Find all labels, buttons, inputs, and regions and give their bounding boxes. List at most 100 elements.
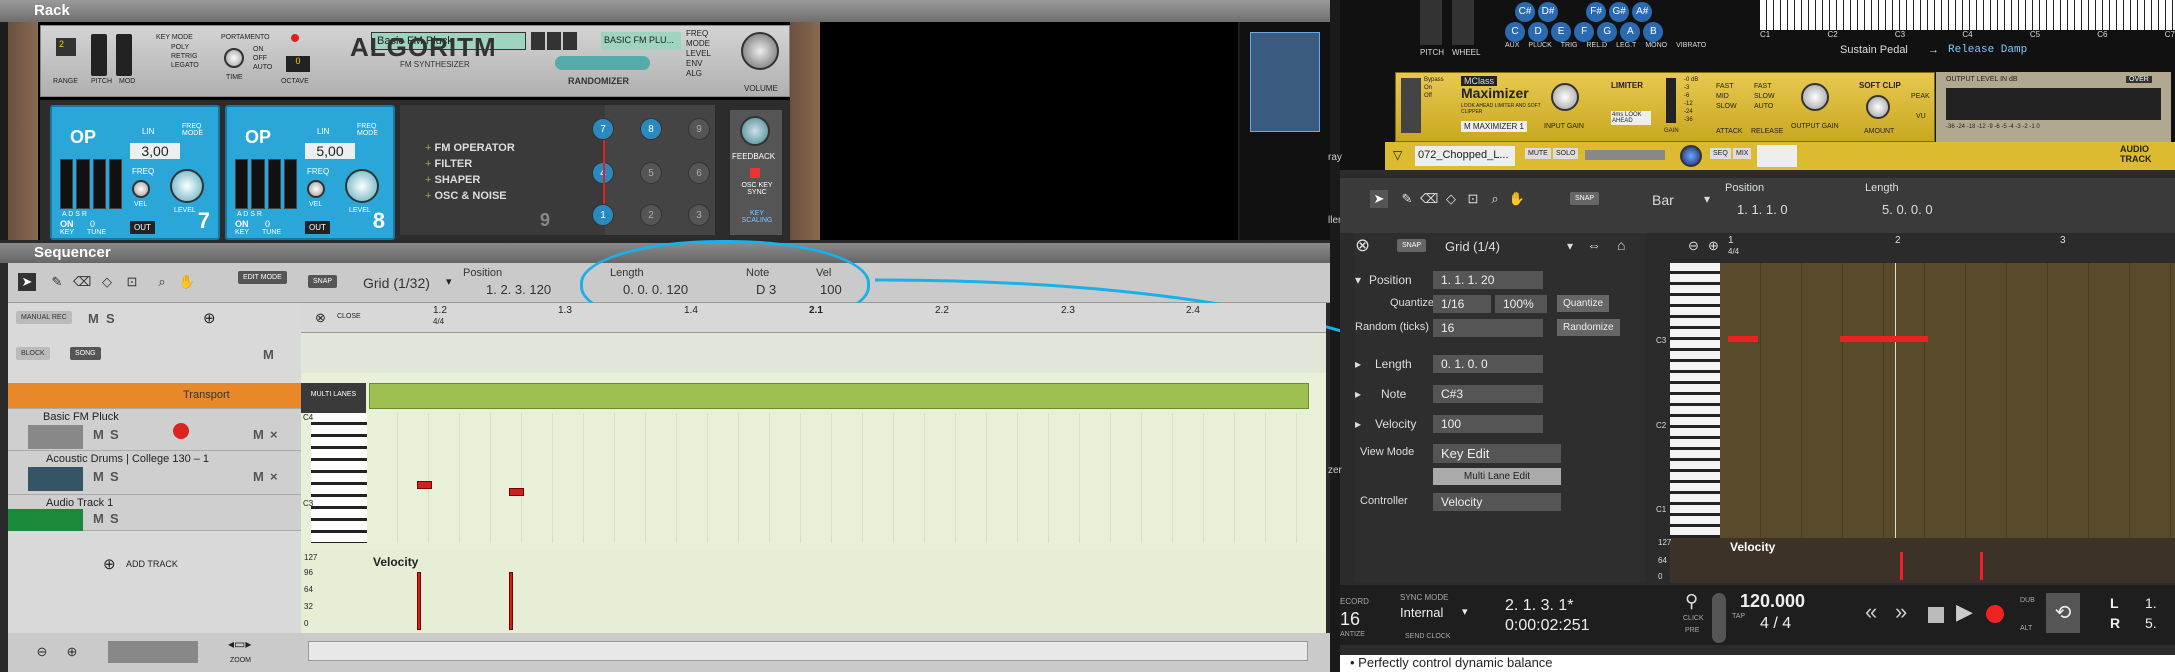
- algo-node-5[interactable]: 5: [640, 162, 662, 184]
- note-d3-selected[interactable]: [509, 488, 524, 496]
- mod-item-shaper[interactable]: + SHAPER: [425, 172, 515, 188]
- close-label[interactable]: CLOSE: [337, 313, 361, 320]
- attack-mid[interactable]: MID: [1716, 93, 1729, 100]
- zoom-out-icon[interactable]: ⊖: [1688, 238, 1699, 254]
- add-icon[interactable]: ⊕: [203, 309, 216, 327]
- left-locator-value[interactable]: 1.: [2145, 595, 2157, 611]
- velocity-bar[interactable]: [417, 572, 421, 630]
- snap-dropdown-icon[interactable]: ▾: [1704, 192, 1710, 206]
- razor-tool-icon[interactable]: ◇: [1442, 190, 1460, 208]
- rewind-icon[interactable]: «: [1865, 599, 1877, 625]
- preset-save-icon[interactable]: [547, 32, 561, 50]
- key-b[interactable]: B: [1643, 22, 1664, 42]
- eraser-tool-icon[interactable]: ⌫: [73, 273, 91, 291]
- release-auto[interactable]: AUTO: [1754, 103, 1773, 110]
- rack-navigator[interactable]: [1240, 22, 1330, 240]
- audio-track-name[interactable]: 072_Chopped_L...: [1415, 146, 1515, 166]
- algo-node-3[interactable]: 3: [688, 204, 710, 226]
- key-g[interactable]: G: [1597, 22, 1618, 42]
- track-mute-2[interactable]: M: [253, 469, 264, 484]
- target-mode[interactable]: MODE: [686, 39, 736, 49]
- amount-knob[interactable]: [1866, 95, 1890, 119]
- length-value[interactable]: 0. 1. 0. 0: [1433, 355, 1543, 373]
- op-adsr-sliders[interactable]: [235, 159, 297, 209]
- tempo-display[interactable]: 120.000: [1740, 591, 1805, 612]
- snap-button[interactable]: SNAP: [1397, 239, 1427, 252]
- velocity-bar[interactable]: [1900, 552, 1903, 580]
- operator-8[interactable]: OP LIN FREQ MODE 5,00 A D S R FREQ VEL L…: [225, 105, 395, 240]
- op-freq-mode[interactable]: FREQ MODE: [357, 123, 393, 137]
- grid-select[interactable]: Grid (1/4): [1445, 239, 1500, 254]
- op-freq-mode[interactable]: FREQ MODE: [182, 123, 218, 137]
- eraser-tool-icon[interactable]: ⌫: [1420, 190, 1438, 208]
- op-out[interactable]: OUT: [305, 221, 330, 234]
- multi-lanes-button[interactable]: MULTI LANES: [301, 383, 366, 413]
- note-c3-1[interactable]: [1728, 336, 1758, 342]
- release-fast[interactable]: FAST: [1754, 83, 1772, 90]
- mod-wheel[interactable]: [1452, 0, 1474, 45]
- porta-on[interactable]: ON: [253, 46, 264, 53]
- op-level-knob[interactable]: [345, 169, 379, 203]
- release-slow[interactable]: SLOW: [1754, 93, 1775, 100]
- bars-display[interactable]: 2. 1. 3. 1*: [1505, 597, 1574, 615]
- note-c3-2[interactable]: [1840, 336, 1928, 342]
- note-c3-1[interactable]: [417, 481, 432, 489]
- key-c[interactable]: C: [1505, 22, 1525, 42]
- close-icon[interactable]: ⊗: [1355, 235, 1370, 256]
- key-dsharp[interactable]: D#: [1538, 2, 1559, 22]
- hand-tool-icon[interactable]: ✋: [1508, 190, 1526, 208]
- track-solo[interactable]: S: [110, 511, 119, 526]
- op-level-knob[interactable]: [170, 169, 204, 203]
- octave-display[interactable]: 0: [286, 56, 310, 72]
- track-basic-fm-pluck[interactable]: Basic FM Pluck M S M ×: [8, 409, 301, 451]
- algo-node-9[interactable]: 9: [688, 118, 710, 140]
- target-env[interactable]: ENV: [686, 59, 736, 69]
- note-grid[interactable]: [1720, 263, 2175, 538]
- quantize-value[interactable]: 1/16: [1433, 295, 1491, 313]
- peak-option[interactable]: PEAK: [1911, 93, 1930, 100]
- track-mute[interactable]: M: [93, 469, 104, 484]
- pin-icon[interactable]: ⌂: [1617, 237, 1625, 253]
- quantize-strength[interactable]: 100%: [1495, 295, 1547, 313]
- time-display[interactable]: 0:00:02:251: [1505, 617, 1590, 635]
- grid-dropdown-icon[interactable]: ▾: [446, 275, 452, 288]
- solo-button[interactable]: SOLO: [1553, 148, 1579, 159]
- select-tool-icon[interactable]: ➤: [18, 273, 36, 291]
- click-icon[interactable]: ⚲: [1685, 591, 1698, 612]
- randomize-button[interactable]: Randomize: [1557, 319, 1620, 336]
- velocity-lane[interactable]: 127 64 0 Velocity: [1658, 538, 2175, 583]
- expand-icon[interactable]: ▾: [1355, 273, 1361, 287]
- piano-keys[interactable]: [311, 413, 367, 543]
- feedback-knob[interactable]: [740, 116, 770, 146]
- select-tool-icon[interactable]: ➤: [1370, 190, 1388, 208]
- transport-track[interactable]: Transport: [8, 383, 301, 409]
- stop-icon[interactable]: [1928, 607, 1944, 623]
- keyboard-display[interactable]: [1760, 0, 2175, 30]
- pitch-wheel[interactable]: [1420, 0, 1442, 45]
- position-field[interactable]: 1. 1. 1. 0: [1737, 202, 1788, 217]
- track-close-icon[interactable]: ×: [270, 427, 278, 442]
- mix-button[interactable]: MIX: [1733, 148, 1752, 159]
- snap-button[interactable]: SNAP: [1570, 192, 1600, 205]
- collapse-icon[interactable]: ▸: [1355, 417, 1361, 431]
- track-audio-1[interactable]: Audio Track 1 M S: [8, 495, 301, 531]
- target-freq[interactable]: FREQ: [686, 29, 736, 39]
- input-gain-knob[interactable]: [1551, 83, 1579, 111]
- zoom-fit-icon[interactable]: ◂▭▸: [228, 637, 251, 651]
- op-vel-knob[interactable]: [307, 180, 325, 198]
- key-f[interactable]: F: [1574, 22, 1595, 42]
- snap-button[interactable]: SNAP: [308, 275, 338, 288]
- op-tune-value[interactable]: 0: [90, 219, 95, 229]
- key-csharp[interactable]: C#: [1515, 2, 1535, 22]
- play-icon[interactable]: ▶: [1956, 599, 1973, 625]
- collapse-icon[interactable]: ▸: [1355, 357, 1361, 371]
- grid-select[interactable]: Grid (1/32): [363, 275, 430, 291]
- key-a[interactable]: A: [1620, 22, 1641, 42]
- hand-tool-icon[interactable]: ✋: [178, 273, 196, 291]
- op-adsr-sliders[interactable]: [60, 159, 122, 209]
- alt-label[interactable]: ALT: [2020, 625, 2032, 632]
- portamento-time-knob[interactable]: [224, 48, 244, 68]
- algo-node-8[interactable]: 8: [640, 118, 662, 140]
- rack-navigator-view[interactable]: [1250, 32, 1320, 132]
- song-button[interactable]: SONG: [70, 347, 101, 360]
